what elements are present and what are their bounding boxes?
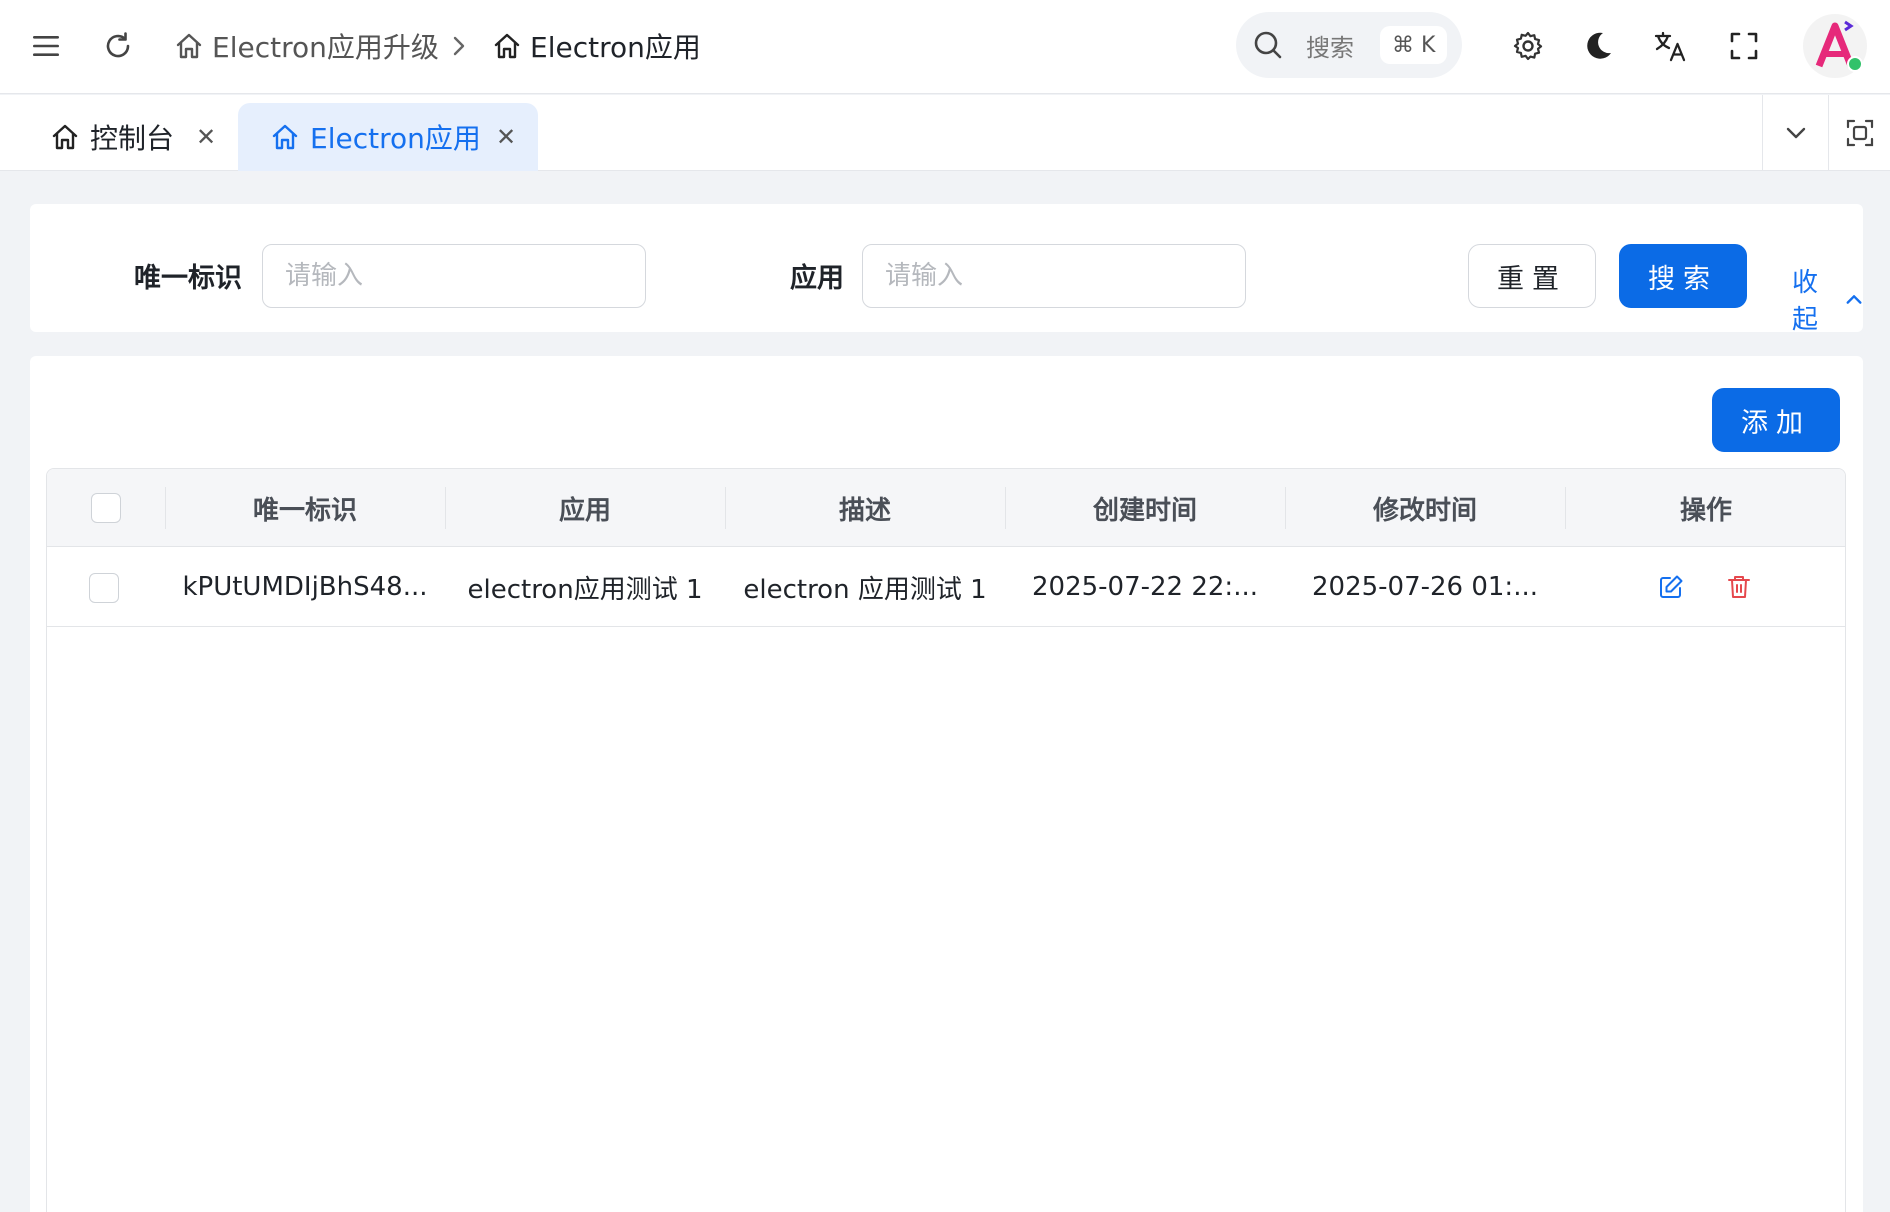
select-all-checkbox[interactable] [91,493,121,523]
chevron-right-icon [448,32,470,60]
tab-bar: 控制台 ✕ Electron应用 ✕ [0,95,1890,171]
home-icon [52,124,78,150]
row-checkbox[interactable] [89,573,119,603]
home-icon [494,33,520,59]
id-input[interactable] [262,244,646,308]
cell-modified: 2025-07-26 01:... [1311,572,1538,602]
breadcrumb-item-upgrade[interactable]: Electron应用升级 [174,26,439,66]
global-search[interactable]: 搜索 ⌘ K [1236,12,1462,78]
column-header-created: 创建时间 [1092,495,1197,526]
menu-icon[interactable] [26,26,66,66]
moon-icon[interactable] [1578,26,1618,66]
breadcrumb-label: Electron应用升级 [212,31,439,64]
filter-label-id: 唯一标识 [134,263,242,294]
home-icon [272,124,298,150]
cell-app: electron应用测试 1 [467,574,703,605]
table-row: kPUtUMDIjBhS48... electron应用测试 1 electro… [47,547,1845,627]
table-card: 添加 唯一标识 应用 描述 创建时间 修改时间 操作 kPUtUMDIjBhS4… [30,356,1863,1212]
maximize-icon [1846,119,1873,147]
search-button[interactable]: 搜索 [1619,244,1747,308]
app-input[interactable] [862,244,1246,308]
column-header-modified: 修改时间 [1372,495,1477,526]
breadcrumb-item-current[interactable]: Electron应用 [492,26,701,66]
online-status-dot [1847,56,1863,72]
cell-id: kPUtUMDIjBhS48... [182,572,428,602]
delete-icon[interactable] [1723,571,1755,603]
close-icon[interactable]: ✕ [496,123,516,151]
reset-button[interactable]: 重置 [1468,244,1596,308]
refresh-icon[interactable] [98,26,138,66]
cell-created: 2025-07-22 22:... [1031,572,1258,602]
top-header: Electron应用升级 Electron应用 搜索 ⌘ K [0,0,1890,94]
search-shortcut: ⌘ K [1380,26,1448,64]
breadcrumb-label: Electron应用 [530,31,701,64]
tab-dashboard[interactable]: 控制台 ✕ [0,103,236,171]
maximize-content-button[interactable] [1828,95,1890,171]
column-header-id: 唯一标识 [252,495,357,526]
tab-label: 控制台 [90,122,175,155]
search-placeholder: 搜索 [1306,33,1354,62]
column-header-app: 应用 [558,495,611,526]
cell-desc: electron 应用测试 1 [743,574,987,605]
add-button[interactable]: 添加 [1712,388,1840,452]
table-header: 唯一标识 应用 描述 创建时间 修改时间 操作 [47,469,1845,547]
gear-icon[interactable] [1508,26,1548,66]
tab-label: Electron应用 [310,122,481,155]
chevron-down-icon [1786,127,1805,139]
tabs-dropdown-button[interactable] [1762,95,1828,171]
translate-icon[interactable] [1650,26,1690,66]
column-header-desc: 描述 [838,495,891,526]
close-icon[interactable]: ✕ [196,123,216,151]
collapse-label: 收起 [1792,268,1819,335]
collapse-toggle[interactable]: 收起 [1792,262,1863,336]
tab-electron-app[interactable]: Electron应用 ✕ [238,103,538,171]
search-form: 唯一标识 应用 重置 搜索 收起 [30,204,1863,335]
home-icon [176,33,202,59]
filter-label-app: 应用 [790,263,844,294]
chevron-up-icon [1846,295,1862,304]
data-table: 唯一标识 应用 描述 创建时间 修改时间 操作 kPUtUMDIjBhS48..… [46,468,1846,1212]
fullscreen-icon[interactable] [1724,26,1764,66]
edit-icon[interactable] [1655,571,1687,603]
column-header-actions: 操作 [1679,495,1732,526]
search-icon [1254,31,1282,59]
